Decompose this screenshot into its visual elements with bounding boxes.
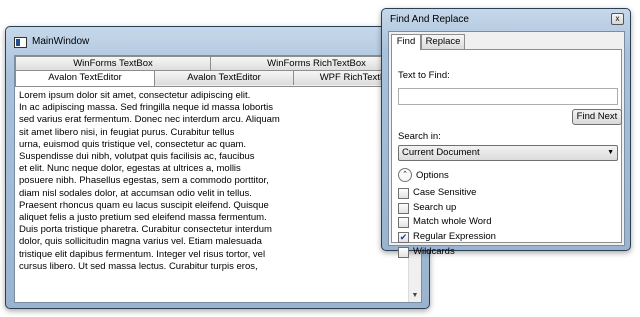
tab-row-top: WinForms TextBox WinForms RichTextBox bbox=[15, 56, 421, 71]
editor-text[interactable]: Lorem ipsum dolor sit amet, consectetur … bbox=[19, 90, 401, 273]
editor-line[interactable]: et elit. Nunc neque dolor, egestas at ul… bbox=[19, 163, 401, 175]
tab-label: Avalon TextEditor bbox=[48, 72, 122, 83]
tab-row-bottom: Avalon TextEditor Avalon TextEditor WPF … bbox=[15, 70, 421, 86]
option-checkbox[interactable] bbox=[398, 188, 409, 199]
search-in-value: Current Document bbox=[402, 147, 480, 158]
editor-line[interactable]: Lorem ipsum dolor sit amet, consectetur … bbox=[19, 90, 401, 102]
editor-line[interactable]: Duis porta tristique pharetra. Curabitur… bbox=[19, 224, 401, 236]
app-window-icon bbox=[14, 37, 27, 48]
editor-line[interactable]: sit amet libero nisi, in feugiat purus. … bbox=[19, 127, 401, 139]
tab-winforms-textbox[interactable]: WinForms TextBox bbox=[15, 56, 211, 71]
chevron-up-icon[interactable]: ⌃ bbox=[398, 168, 412, 182]
text-editor[interactable]: Lorem ipsum dolor sit amet, consectetur … bbox=[15, 86, 421, 302]
editor-line[interactable]: In ac adipiscing massa. Sed fringilla ne… bbox=[19, 102, 401, 114]
tab-label: Avalon TextEditor bbox=[187, 72, 261, 83]
tab-label: WinForms TextBox bbox=[73, 58, 153, 69]
editor-line[interactable]: tristique elit dapibus fermentum. Intege… bbox=[19, 249, 401, 261]
editor-line[interactable]: Suspendisse dui nibh, volutpat quis faci… bbox=[19, 151, 401, 163]
find-panel: Text to Find: Find Next Search in: Curre… bbox=[391, 49, 622, 258]
dialog-title: Find And Replace bbox=[390, 14, 469, 25]
text-to-find-input[interactable] bbox=[398, 88, 618, 105]
option-label: Match whole Word bbox=[413, 216, 492, 228]
tab-avalon-texteditor-2[interactable]: Avalon TextEditor bbox=[154, 70, 294, 85]
dropdown-arrow-icon: ▼ bbox=[607, 149, 614, 156]
tab-label: WinForms RichTextBox bbox=[267, 58, 366, 69]
dialog-client: Find Replace Text to Find: Find Next Sea… bbox=[388, 31, 625, 258]
main-window-title: MainWindow bbox=[32, 36, 90, 47]
editor-line[interactable]: diam nisl sodales dolor, at accumsan odi… bbox=[19, 188, 401, 200]
find-next-button[interactable]: Find Next bbox=[572, 109, 622, 125]
scroll-down-arrow-icon[interactable]: ▼ bbox=[409, 289, 421, 302]
tab-avalon-texteditor-1[interactable]: Avalon TextEditor bbox=[15, 70, 155, 86]
editor-line[interactable]: sed varius erat fermentum. Donec nec int… bbox=[19, 114, 401, 126]
option-label: Regular Expression bbox=[413, 231, 496, 243]
tab-find[interactable]: Find bbox=[391, 34, 421, 50]
editor-line[interactable]: urna, euismod quis tristique vel, consec… bbox=[19, 139, 401, 151]
search-in-label: Search in: bbox=[398, 131, 441, 142]
option-checkbox[interactable] bbox=[398, 202, 409, 214]
main-window: MainWindow WinForms TextBox WinForms Ric… bbox=[5, 26, 430, 309]
option-checkbox[interactable]: ✔ bbox=[398, 232, 409, 244]
tab-replace[interactable]: Replace bbox=[421, 34, 465, 49]
option-label: Wildcards bbox=[413, 245, 455, 257]
editor-line[interactable]: dolor, quis sollicitudin magna varius ve… bbox=[19, 236, 401, 248]
tab-label: Find bbox=[396, 36, 416, 47]
search-in-select[interactable]: Current Document ▼ bbox=[398, 145, 618, 161]
option-checkbox[interactable] bbox=[398, 217, 409, 229]
tab-label: Replace bbox=[425, 36, 461, 47]
editor-line[interactable]: aliquet felis a justo pretium sed eleife… bbox=[19, 212, 401, 224]
editor-line[interactable]: posuere nibh. Phasellus egestas, sem a c… bbox=[19, 175, 401, 187]
find-replace-dialog: Find And Replace x Find Replace Text to … bbox=[381, 8, 631, 258]
close-icon[interactable]: x bbox=[611, 13, 624, 25]
option-label: Case Sensitive bbox=[413, 187, 477, 198]
editor-line[interactable]: Praesent rhoncus quam eu lacus suscipit … bbox=[19, 200, 401, 212]
option-label: Search up bbox=[413, 201, 457, 213]
options-label: Options bbox=[416, 170, 449, 181]
main-window-titlebar[interactable]: MainWindow bbox=[6, 27, 429, 53]
text-to-find-label: Text to Find: bbox=[398, 70, 450, 81]
main-window-client: WinForms TextBox WinForms RichTextBox Av… bbox=[14, 55, 422, 303]
option-checkbox[interactable] bbox=[398, 246, 409, 258]
editor-line[interactable]: cursus libero. Ut sed massa lectus. Cura… bbox=[19, 261, 401, 273]
